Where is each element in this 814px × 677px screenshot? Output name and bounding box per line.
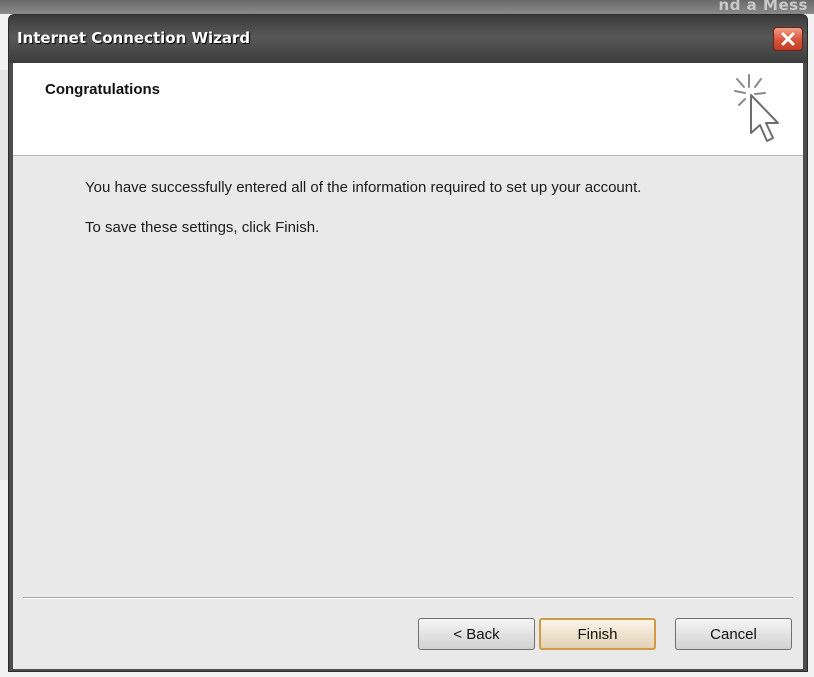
window-title: Internet Connection Wizard: [17, 29, 251, 47]
dialog-client-area: Congratulations You have successfully en…: [13, 63, 803, 669]
cancel-button[interactable]: Cancel: [675, 618, 792, 650]
close-button[interactable]: [773, 27, 803, 51]
wizard-dialog: Internet Connection Wizard Congratulatio…: [8, 14, 808, 672]
title-bar[interactable]: Internet Connection Wizard: [9, 15, 807, 63]
wizard-header: Congratulations: [13, 63, 803, 156]
instruction-message: To save these settings, click Finish.: [85, 219, 320, 236]
success-message: You have successfully entered all of the…: [85, 179, 642, 196]
page-title: Congratulations: [45, 81, 160, 98]
background-window-text: nd a Mess: [718, 0, 808, 14]
finish-button[interactable]: Finish: [539, 618, 656, 650]
close-x-icon: [781, 32, 795, 46]
back-button[interactable]: < Back: [418, 618, 535, 650]
wizard-sparkle-cursor-icon: [734, 74, 779, 142]
button-separator: [23, 597, 793, 599]
background-window-titlebar: [0, 0, 814, 14]
